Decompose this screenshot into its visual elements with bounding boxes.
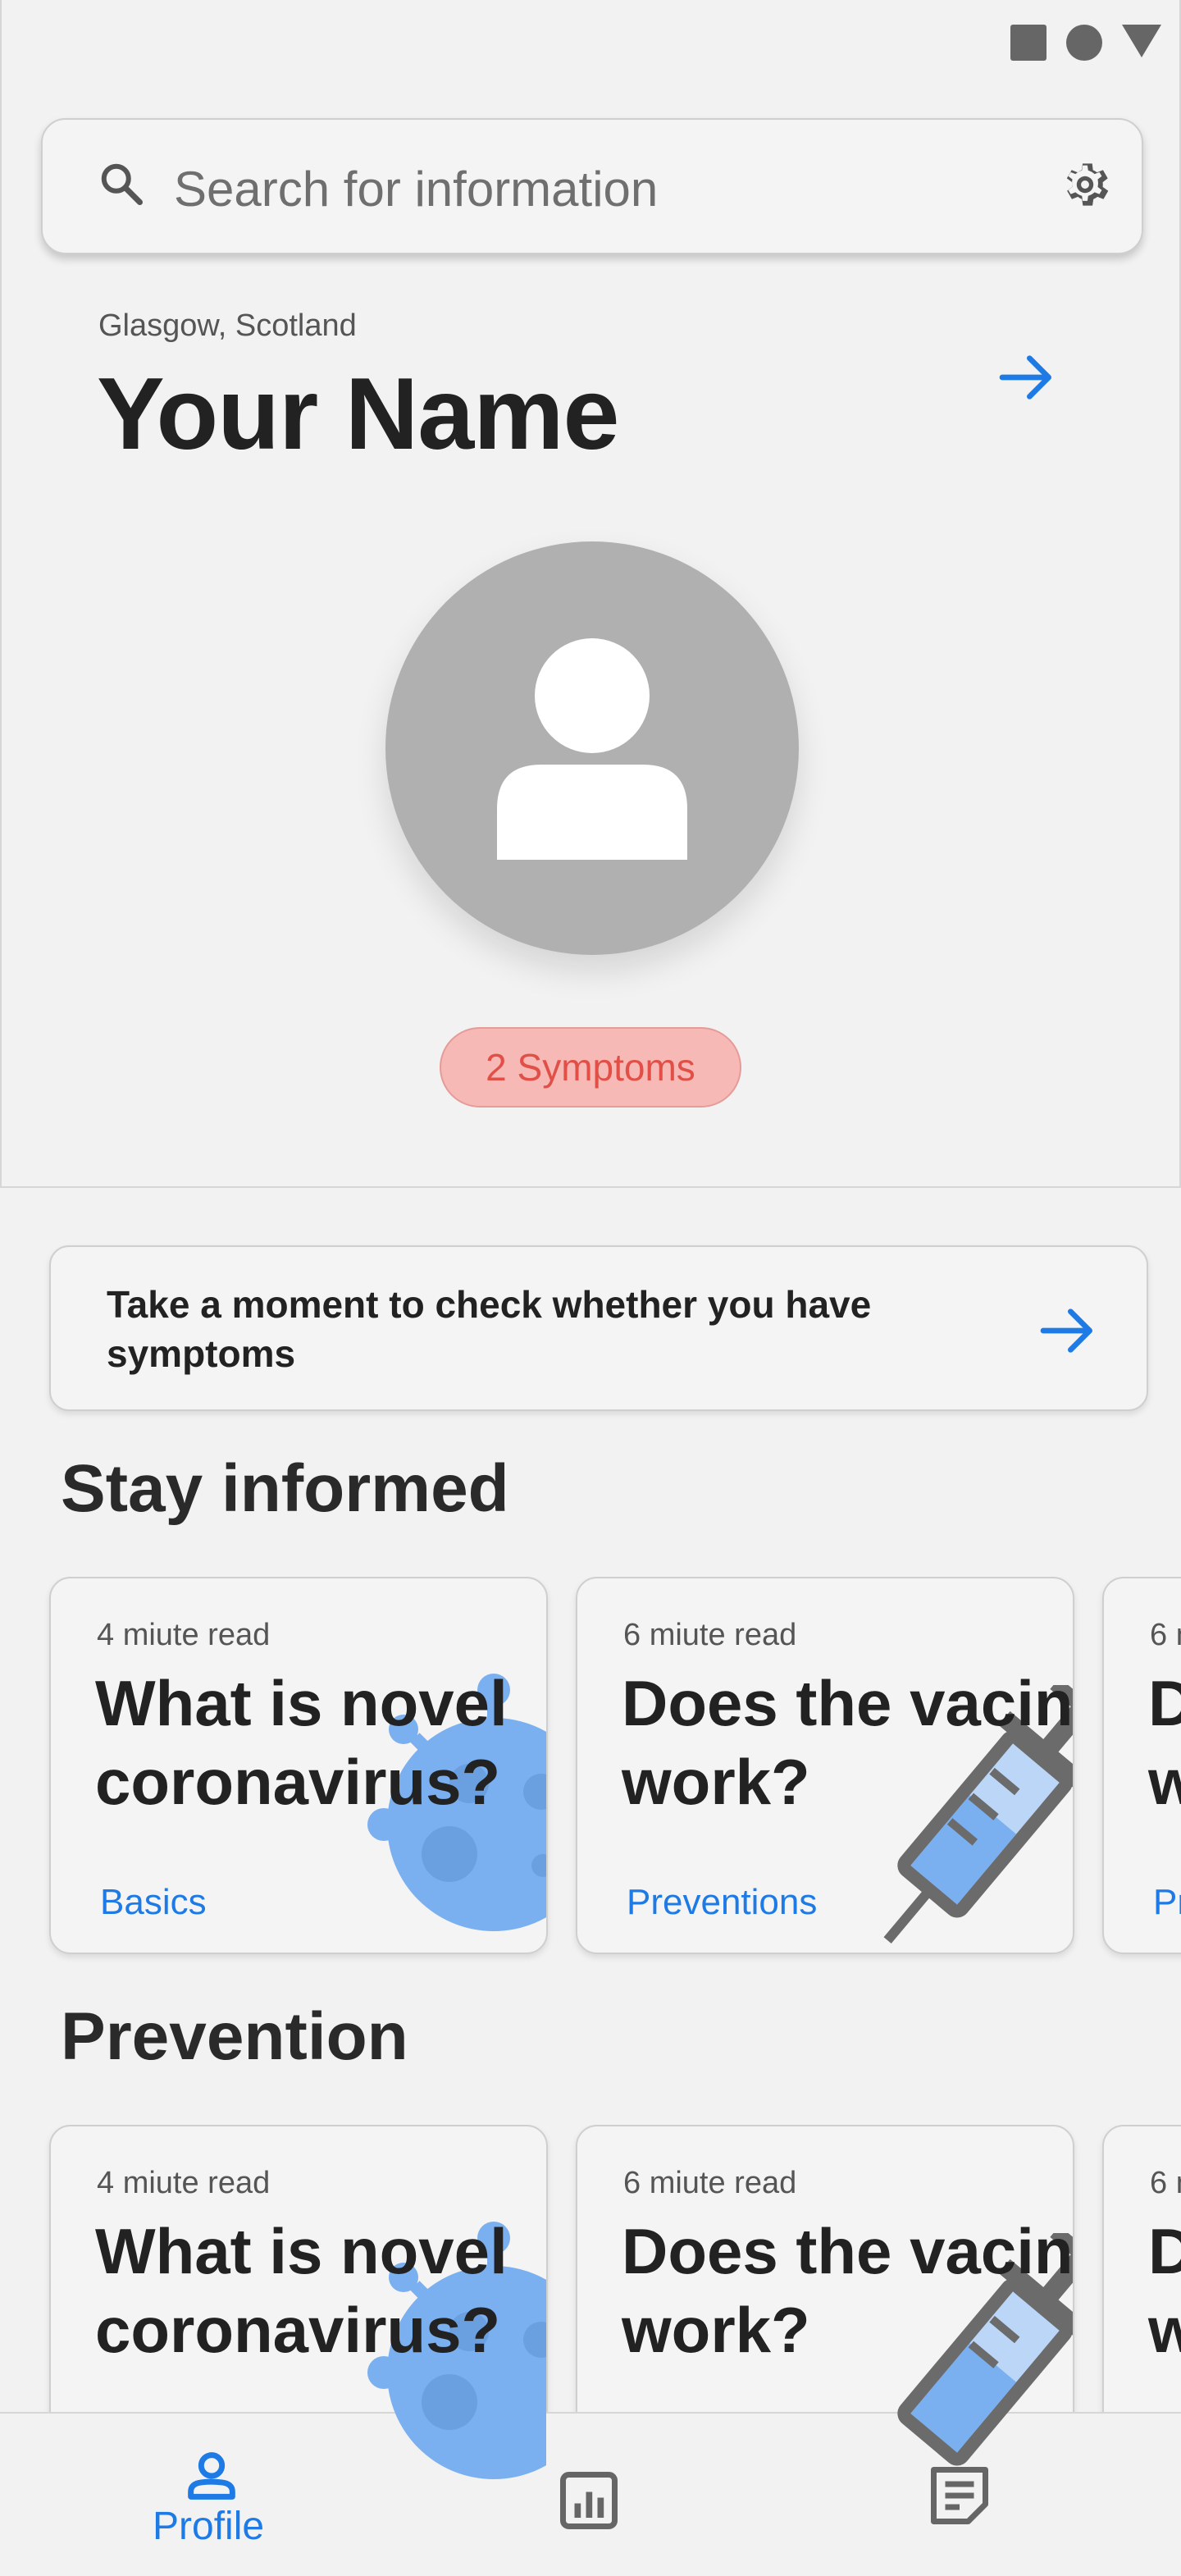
article-card[interactable]: 4 miute read What is novel coronavirus? … [49, 1577, 548, 1954]
arrow-right-icon[interactable] [994, 345, 1060, 410]
article-title: Does the vacine work? [1148, 2212, 1181, 2369]
symptom-check-text: Take a moment to check whether you have … [107, 1283, 872, 1375]
avatar[interactable] [385, 541, 799, 955]
article-title: Does the vacine work? [622, 2215, 1074, 2366]
article-title: What is novel coronavirus? [95, 1667, 508, 1818]
article-title: What is novel coronavirus? [95, 2215, 508, 2366]
circle-status-icon [1066, 25, 1102, 61]
stats-icon [560, 2472, 618, 2529]
article-tag[interactable]: Preventions [627, 1882, 817, 1923]
symptoms-badge[interactable]: 2 Symptoms [440, 1027, 741, 1108]
read-time: 6 miute read [623, 2166, 797, 2200]
article-card[interactable]: 6 miute read Does the vacine work? Preve… [1102, 1577, 1181, 1954]
section-title-stay-informed: Stay informed [61, 1451, 509, 1526]
gear-icon[interactable] [1056, 156, 1114, 213]
status-bar [1010, 25, 1161, 61]
search-input[interactable]: Search for information [174, 161, 658, 217]
symptom-check-card[interactable]: Take a moment to check whether you have … [49, 1245, 1148, 1411]
section-title-prevention: Prevention [61, 1999, 408, 2074]
triangle-status-icon [1122, 25, 1161, 57]
article-title: Does the vacine work? [622, 1667, 1074, 1818]
person-placeholder-icon [497, 638, 687, 860]
read-time: 6 miute read [1150, 1618, 1181, 1652]
square-status-icon [1010, 25, 1046, 61]
search-bar[interactable]: Search for information [41, 118, 1143, 254]
article-card[interactable]: 6 miute read Does the vacine work? Preve… [576, 1577, 1074, 1954]
nav-label-profile: Profile [153, 2505, 265, 2548]
person-icon [188, 2452, 235, 2500]
article-tag[interactable]: Preventions [1153, 1882, 1181, 1923]
search-icon [101, 163, 143, 205]
read-time: 6 miute read [1150, 2166, 1181, 2200]
article-tag[interactable]: Basics [100, 1882, 207, 1923]
user-name: Your Name [97, 358, 619, 471]
article-title: Does the vacine work? [1148, 1664, 1181, 1821]
read-time: 4 miute read [97, 2166, 271, 2200]
profile-header-panel: Search for information Glasgow, Scotland… [0, 0, 1181, 1188]
read-time: 6 miute read [623, 1618, 797, 1652]
stay-informed-carousel[interactable]: 4 miute read What is novel coronavirus? … [0, 1577, 1181, 1962]
read-time: 4 miute read [97, 1618, 271, 1652]
arrow-right-icon[interactable] [1035, 1298, 1101, 1363]
user-location: Glasgow, Scotland [98, 308, 357, 343]
nav-item-profile[interactable]: Profile [0, 2414, 394, 2576]
